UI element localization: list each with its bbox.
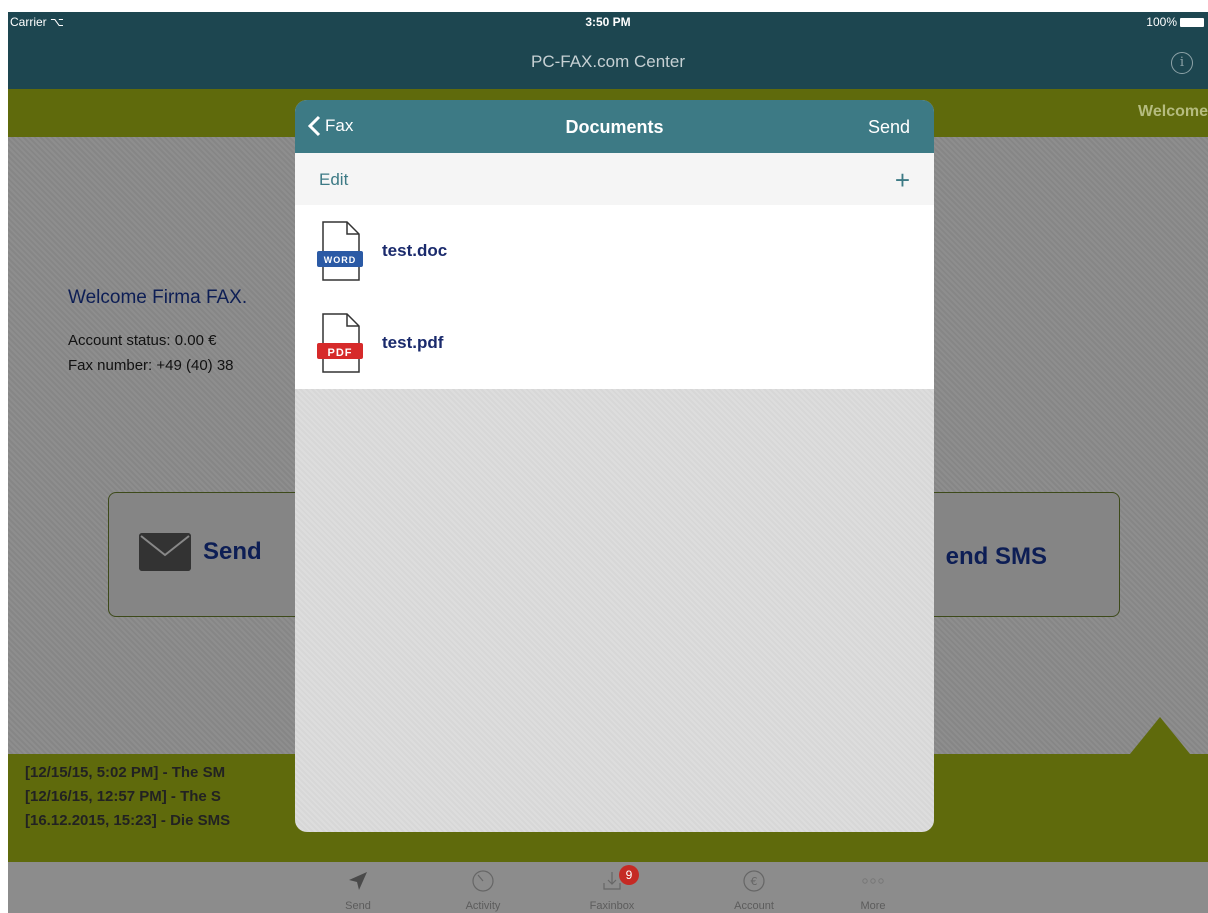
ticker-pointer: [1130, 717, 1190, 754]
popover-title: Documents: [565, 117, 664, 137]
ticker-line: [16.12.2015, 15:23] - Die SMS: [25, 812, 231, 829]
info-icon[interactable]: i: [1171, 52, 1193, 74]
svg-text:WORD: WORD: [324, 255, 357, 265]
tab-label: More: [860, 900, 886, 912]
notification-badge: 9: [619, 865, 639, 885]
fax-number: Fax number: +49 (40) 38: [68, 357, 234, 374]
send-sms-label: end SMS: [945, 543, 1047, 570]
popover-navbar: Fax Documents Send: [295, 100, 934, 153]
ticker-line: [12/15/15, 5:02 PM] - The SM: [25, 764, 226, 781]
euro-icon: €: [719, 868, 789, 894]
tab-label: Send: [345, 900, 371, 912]
account-status: Account status: 0.00 €: [68, 332, 217, 349]
document-name: test.pdf: [382, 333, 444, 352]
document-row[interactable]: PDF test.pdf: [295, 297, 934, 389]
battery-indicator: 100%: [1146, 15, 1204, 29]
envelope-icon: [139, 533, 191, 571]
document-row[interactable]: WORD test.doc: [295, 205, 934, 297]
popover-toolbar: Edit +: [295, 153, 934, 205]
clock-icon: [448, 868, 518, 894]
add-document-button[interactable]: +: [895, 165, 910, 196]
clock: 3:50 PM: [585, 15, 631, 29]
paper-plane-icon: [323, 868, 393, 894]
battery-percent: 100%: [1146, 15, 1177, 29]
tab-label: Account: [734, 900, 774, 912]
send-fax-label: Send: [203, 538, 262, 565]
tab-send[interactable]: Send: [323, 868, 393, 912]
tab-label: Faxinbox: [589, 900, 635, 912]
pdf-file-icon: PDF: [317, 313, 363, 373]
tab-bar: Send Activity 9 Faxinbox € Account More: [8, 862, 1208, 913]
word-file-icon: WORD: [317, 221, 363, 281]
tab-welcome[interactable]: Welcome: [1138, 103, 1208, 121]
battery-icon: [1180, 17, 1204, 27]
app-title: PC-FAX.com Center: [531, 52, 685, 71]
send-fax-button[interactable]: Send: [139, 533, 262, 571]
document-list: WORD test.doc PDF test.pdf: [295, 205, 934, 389]
edit-button[interactable]: Edit: [319, 170, 348, 190]
send-button[interactable]: Send: [868, 117, 910, 138]
documents-popover: Fax Documents Send Edit + WORD test.doc …: [295, 100, 934, 832]
app-navbar: PC-FAX.com Center i: [8, 32, 1208, 89]
more-dots-icon: [838, 868, 908, 894]
svg-text:€: €: [751, 875, 758, 888]
welcome-heading: Welcome Firma FAX.: [68, 287, 248, 308]
tab-label: Activity: [465, 900, 501, 912]
tab-account[interactable]: € Account: [719, 868, 789, 912]
tab-activity[interactable]: Activity: [448, 868, 518, 912]
status-bar: Carrier ⌥ 3:50 PM 100%: [8, 12, 1208, 32]
svg-text:PDF: PDF: [328, 347, 353, 359]
tab-faxinbox[interactable]: 9 Faxinbox: [577, 865, 647, 912]
send-sms-button[interactable]: end SMS: [946, 543, 1047, 571]
tab-more[interactable]: More: [838, 868, 908, 912]
ticker-line: [12/16/15, 12:57 PM] - The S: [25, 788, 221, 805]
document-name: test.doc: [382, 241, 448, 260]
